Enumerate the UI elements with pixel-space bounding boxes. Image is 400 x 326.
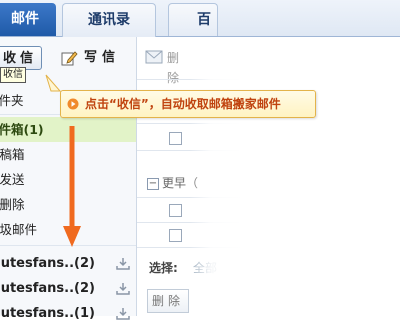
play-icon	[67, 98, 79, 110]
folder-label: 文件夹	[0, 93, 24, 108]
collapse-icon[interactable]: −	[147, 178, 159, 190]
down-arrow-icon	[63, 126, 81, 247]
folder-label: 已删除	[0, 197, 25, 212]
row-checkbox[interactable]	[169, 132, 182, 145]
divider	[137, 123, 400, 124]
account-label: cutesfans..(2)	[0, 281, 95, 296]
account-item[interactable]: cutesfans..(2)	[0, 277, 136, 301]
row-checkbox[interactable]	[169, 204, 182, 217]
receive-tooltip: 收信	[0, 67, 26, 83]
account-item[interactable]: cutesfans..(2)	[0, 252, 136, 276]
write-button[interactable]: 写信	[58, 46, 130, 70]
account-item[interactable]: cutesfans..(1)	[0, 302, 136, 326]
divider	[137, 197, 400, 198]
account-label: cutesfans..(2)	[0, 256, 95, 271]
callout-box: 点击“收信”，自动收取邮箱搬家邮件	[60, 90, 316, 118]
row-checkbox[interactable]	[169, 229, 182, 242]
callout-pointer	[45, 74, 61, 92]
delete-button[interactable]: 删除	[147, 289, 189, 313]
divider	[137, 79, 400, 80]
select-label: 选择:	[149, 261, 178, 275]
folder-label: 草稿箱	[0, 147, 25, 162]
folder-label: 垃圾邮件	[0, 222, 38, 237]
select-all-link[interactable]: 全部	[193, 259, 217, 276]
download-icon[interactable]	[116, 283, 130, 295]
tab-contacts[interactable]: 通讯录	[62, 3, 156, 37]
pencil-icon	[61, 51, 78, 66]
divider	[137, 150, 400, 151]
download-icon[interactable]	[116, 258, 130, 270]
tab-mail[interactable]: 邮件	[0, 3, 56, 36]
divider	[137, 222, 400, 223]
group-label: 更早（	[162, 176, 199, 190]
delete-label: 删除	[167, 51, 180, 85]
mail-list-pane: 删除 − 更早（ 选择: 全部 删除	[137, 37, 400, 316]
callout-text: 点击“收信”，自动收取邮箱搬家邮件	[85, 97, 281, 111]
tab-partial[interactable]: 百	[168, 3, 218, 36]
mail-delete-icon	[145, 50, 163, 64]
account-label: cutesfans..(1)	[0, 306, 95, 321]
folder-label: 已发送	[0, 172, 25, 187]
divider	[137, 247, 400, 248]
download-icon[interactable]	[116, 308, 130, 320]
write-button-label: 写信	[84, 50, 121, 65]
folder-label: 收件箱(1)	[0, 122, 44, 137]
top-tab-bar: 邮件 通讯录 百	[0, 0, 400, 37]
